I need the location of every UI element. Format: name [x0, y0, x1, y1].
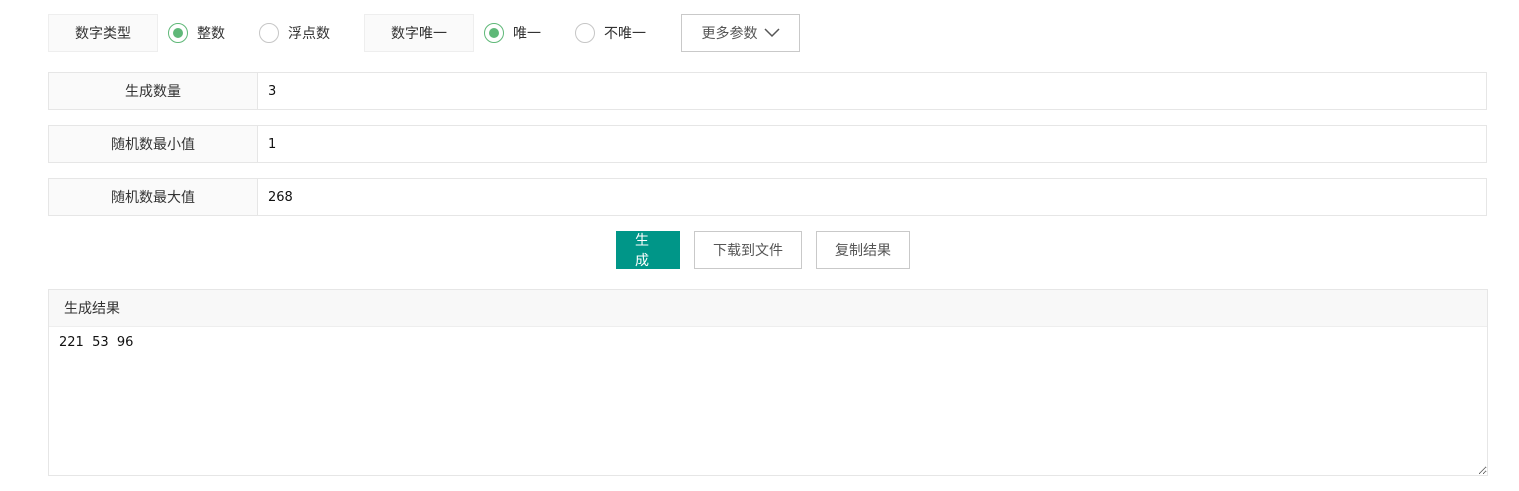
unique-label: 数字唯一 [364, 14, 474, 52]
radio-unique-label: 唯一 [513, 26, 541, 42]
download-button[interactable]: 下载到文件 [694, 231, 802, 269]
radio-not-unique-label: 不唯一 [604, 26, 646, 42]
max-input[interactable] [258, 179, 1486, 215]
radio-unique[interactable]: 唯一 [484, 23, 541, 43]
number-type-label: 数字类型 [48, 14, 158, 52]
max-label: 随机数最大值 [49, 179, 258, 215]
radio-integer-label: 整数 [197, 26, 225, 42]
radio-unchecked-icon [259, 23, 279, 43]
options-row: 数字类型 整数 浮点数 数字唯一 唯一 不唯一 更多参数 [48, 14, 800, 52]
max-field: 随机数最大值 [48, 178, 1487, 216]
result-card: 生成结果 221 53 96 [48, 289, 1488, 476]
radio-not-unique[interactable]: 不唯一 [575, 23, 646, 43]
random-number-generator: 数字类型 整数 浮点数 数字唯一 唯一 不唯一 更多参数 生成数量 3 随机数最… [0, 0, 1519, 491]
count-label: 生成数量 [49, 73, 258, 109]
radio-unchecked-icon [575, 23, 595, 43]
radio-checked-icon [484, 23, 504, 43]
result-textarea[interactable]: 221 53 96 [49, 327, 1487, 475]
min-input[interactable] [258, 126, 1486, 162]
min-field: 随机数最小值 [48, 125, 1487, 163]
radio-integer[interactable]: 整数 [168, 23, 225, 43]
radio-checked-icon [168, 23, 188, 43]
result-title: 生成结果 [49, 290, 1487, 327]
more-params-label: 更多参数 [701, 26, 758, 42]
copy-button[interactable]: 复制结果 [816, 231, 910, 269]
more-params-button[interactable]: 更多参数 [681, 14, 800, 52]
radio-float[interactable]: 浮点数 [259, 23, 330, 43]
count-input[interactable] [258, 73, 1486, 109]
min-label: 随机数最小值 [49, 126, 258, 162]
action-buttons: 生成 下载到文件 复制结果 [616, 231, 924, 269]
count-field: 生成数量 [48, 72, 1487, 110]
radio-float-label: 浮点数 [288, 26, 330, 42]
generate-button[interactable]: 生成 [616, 231, 680, 269]
chevron-down-icon [763, 28, 780, 38]
